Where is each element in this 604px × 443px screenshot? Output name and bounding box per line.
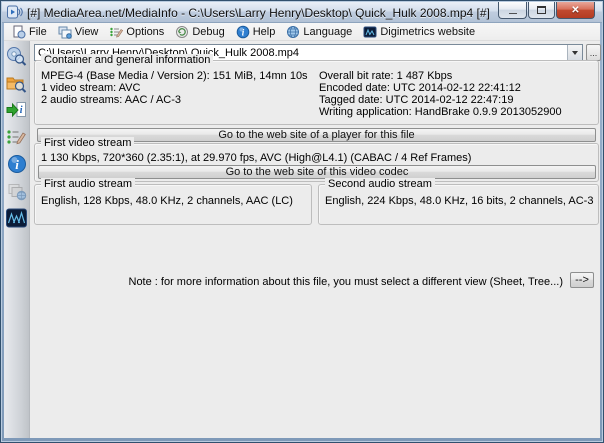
web-folder-icon [8, 184, 26, 201]
general-encoded-date-line: Encoded date: UTC 2014-02-12 22:41:12 [319, 82, 521, 94]
export-info-icon: i [6, 102, 26, 118]
minimize-icon: — [509, 8, 517, 18]
menu-debug-label: Debug [192, 25, 225, 38]
menu-help-label: Help [252, 25, 276, 38]
sidebar-open-file-button[interactable] [6, 45, 28, 67]
sidebar-export-button[interactable]: i [6, 99, 28, 121]
combobox-dropdown-button[interactable] [567, 45, 582, 60]
language-menu-icon [287, 25, 300, 38]
window-title: [#] MediaArea.net/MediaInfo - C:\Users\L… [27, 5, 490, 20]
codec-website-button[interactable]: Go to the web site of this video codec [38, 165, 596, 179]
sidebar-toolbar: i i [4, 41, 30, 438]
maximize-icon [537, 6, 546, 14]
sidebar-about-button[interactable]: i [6, 153, 28, 175]
menu-view-label: View [74, 25, 99, 38]
sidebar-website-button[interactable] [6, 180, 28, 202]
titlebar: [#] MediaArea.net/MediaInfo - C:\Users\L… [2, 2, 602, 23]
sidebar-open-folder-button[interactable] [6, 72, 28, 94]
second-audio-info: English, 224 Kbps, 48.0 KHz, 16 bits, 2 … [325, 195, 594, 207]
digimetrics-menu-icon [363, 26, 377, 37]
maximize-button[interactable] [528, 2, 555, 19]
menu-options[interactable]: Options [105, 24, 171, 40]
video-stream-group: First video stream 1 130 Kbps, 720*360 (… [34, 137, 599, 182]
note-next-view-button[interactable]: --> [570, 272, 594, 288]
note-text: Note : for more information about this f… [128, 276, 564, 288]
disc-search-icon [7, 47, 27, 66]
window-controls: — ✕ [497, 2, 595, 19]
second-audio-group-title: Second audio stream [325, 178, 435, 190]
general-video-line: 1 video stream: AVC [41, 82, 141, 94]
close-icon: ✕ [571, 4, 580, 16]
sidebar-digimetrics-button[interactable] [6, 207, 28, 229]
menu-digimetrics-label: Digimetrics website [380, 25, 476, 38]
general-info-group-title: Container and general information [41, 54, 214, 66]
menu-digimetrics-website[interactable]: Digimetrics website [359, 24, 482, 40]
file-menu-icon [13, 25, 26, 38]
general-audio-line: 2 audio streams: AAC / AC-3 [41, 94, 182, 106]
menubar: File View Options Debug i Help Language … [4, 23, 600, 41]
general-format-line: MPEG-4 (Base Media / Version 2): 151 MiB… [41, 70, 308, 82]
second-audio-group: Second audio stream English, 224 Kbps, 4… [318, 178, 599, 225]
waveform-icon [6, 208, 27, 228]
general-info-left-column: MPEG-4 (Base Media / Version 2): 151 MiB… [41, 70, 308, 106]
menu-options-label: Options [126, 25, 165, 38]
minimize-button[interactable]: — [498, 2, 527, 19]
menu-view[interactable]: View [54, 24, 106, 40]
menu-language[interactable]: Language [282, 24, 359, 40]
menu-file-label: File [29, 25, 47, 38]
debug-menu-icon [176, 25, 189, 38]
menu-debug[interactable]: Debug [171, 24, 231, 40]
menu-help[interactable]: i Help [232, 24, 283, 40]
video-stream-info: 1 130 Kbps, 720*360 (2.35:1), at 29.970 … [41, 152, 472, 164]
chevron-down-icon [572, 51, 578, 58]
options-list-icon [7, 130, 26, 145]
close-button[interactable]: ✕ [556, 2, 595, 19]
info-icon: i [7, 155, 26, 173]
general-bitrate-line: Overall bit rate: 1 487 Kbps [319, 70, 453, 82]
options-menu-icon [110, 27, 124, 38]
general-info-right-column: Overall bit rate: 1 487 Kbps Encoded dat… [319, 70, 562, 118]
first-audio-info: English, 128 Kbps, 48.0 KHz, 2 channels,… [41, 195, 293, 207]
folder-search-icon [6, 77, 27, 93]
mediainfo-window: [#] MediaArea.net/MediaInfo - C:\Users\L… [0, 0, 604, 443]
menu-language-label: Language [303, 25, 353, 38]
first-audio-group-title: First audio stream [41, 178, 136, 190]
view-menu-icon [58, 26, 72, 39]
svg-text:i: i [15, 157, 19, 172]
first-audio-group: First audio stream English, 128 Kbps, 48… [34, 178, 312, 225]
browse-button[interactable]: ... [586, 44, 601, 61]
general-info-group: Container and general information MPEG-4… [34, 54, 599, 125]
menu-file[interactable]: File [8, 24, 54, 40]
help-menu-icon: i [236, 25, 250, 38]
content-area: i i C:\Users\Larry Henry\Desktop\ Quick_… [4, 41, 601, 438]
general-writing-app-line: Writing application: HandBrake 0.9.9 201… [319, 106, 562, 118]
video-stream-group-title: First video stream [41, 137, 135, 149]
main-panel: ... Container and general information MP… [31, 41, 601, 438]
app-icon [7, 5, 23, 19]
svg-text:i: i [20, 105, 23, 116]
general-tagged-date-line: Tagged date: UTC 2014-02-12 22:47:19 [319, 94, 514, 106]
sidebar-options-button[interactable] [6, 126, 28, 148]
